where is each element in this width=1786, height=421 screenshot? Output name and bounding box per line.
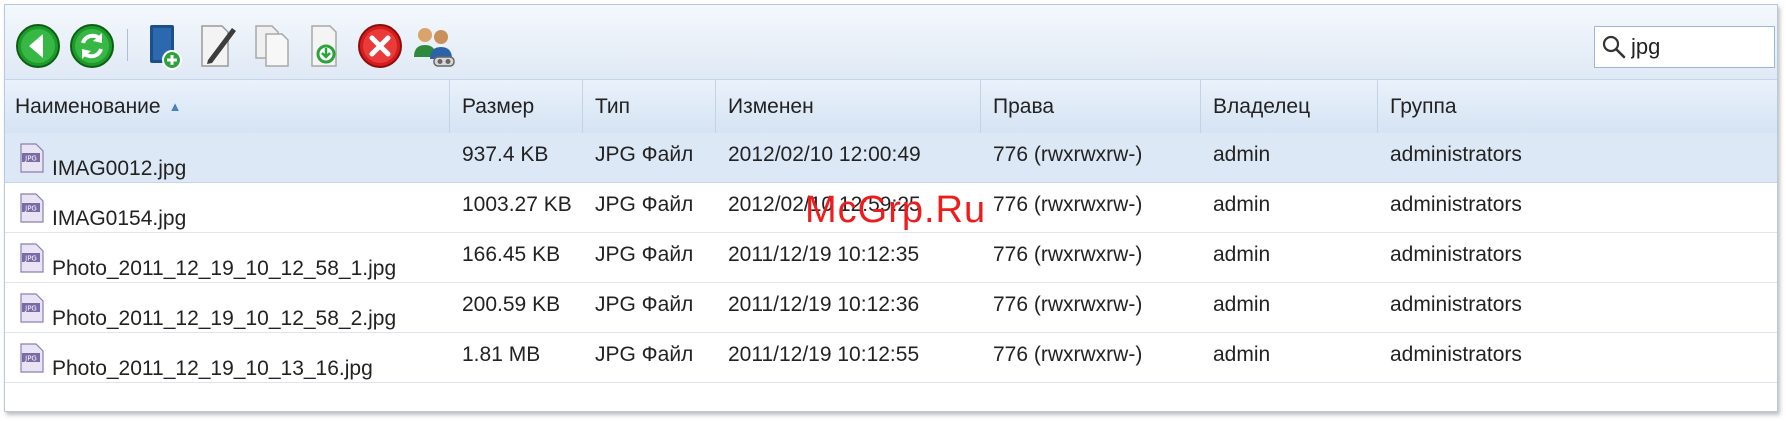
file-name: JPG Photo_2011_12_19_10_12_58_2.jpg: [19, 293, 396, 330]
file-group: administrators: [1390, 293, 1522, 316]
column-header-type[interactable]: Тип: [583, 80, 716, 133]
svg-text:JPG: JPG: [24, 205, 37, 213]
svg-text:JPG: JPG: [24, 155, 37, 163]
file-owner: admin: [1213, 293, 1271, 316]
paste-icon: [311, 25, 337, 67]
delete-icon: [358, 24, 402, 68]
file-modified: 2011/12/19 10:12:55: [728, 343, 920, 366]
file-name: JPG IMAG0154.jpg: [19, 193, 186, 230]
new-folder-button[interactable]: [139, 21, 189, 71]
file-manager-window: Наименование ▲ Размер Тип Изменен Права …: [4, 4, 1778, 412]
jpg-file-icon: JPG: [20, 193, 44, 223]
table-row[interactable]: JPG Photo_2011_12_19_10_13_16.jpg 1.81 MB J…: [5, 333, 1777, 383]
file-name-text: Photo_2011_12_19_10_12_58_2.jpg: [52, 307, 397, 330]
file-type: JPG Файл: [595, 193, 694, 216]
file-group: administrators: [1390, 193, 1522, 216]
refresh-icon: [70, 24, 114, 68]
jpg-file-icon: JPG: [20, 293, 44, 323]
table-header: Наименование ▲ Размер Тип Изменен Права …: [5, 80, 1777, 134]
table-row[interactable]: JPG IMAG0012.jpg 937.4 KB JPG Файл 2012/02/1…: [5, 133, 1777, 183]
column-header-label: Размер: [462, 94, 535, 118]
file-owner: admin: [1213, 343, 1271, 366]
file-size: 937.4 KB: [462, 143, 549, 166]
file-owner: admin: [1213, 193, 1271, 216]
file-permissions: 776 (rwxrwxrw-): [993, 243, 1143, 266]
file-name: JPG IMAG0012.jpg: [19, 143, 186, 180]
file-modified: 2012/02/10 12:00:49: [728, 143, 921, 166]
file-type: JPG Файл: [595, 243, 694, 266]
file-owner: admin: [1213, 143, 1271, 166]
sort-ascending-icon: ▲: [168, 99, 182, 114]
column-header-label: Тип: [595, 94, 631, 118]
paste-button[interactable]: [301, 21, 351, 71]
back-button[interactable]: [13, 21, 63, 71]
delete-button[interactable]: [355, 21, 405, 71]
file-type: JPG Файл: [595, 343, 694, 366]
column-header-owner[interactable]: Владелец: [1201, 80, 1378, 133]
file-name: JPG Photo_2011_12_19_10_13_16.jpg: [19, 343, 373, 380]
copy-button[interactable]: [247, 21, 297, 71]
file-name: JPG Photo_2011_12_19_10_12_58_1.jpg: [19, 243, 396, 280]
column-header-group[interactable]: Группа: [1378, 80, 1777, 133]
search-input[interactable]: [1627, 34, 1761, 60]
column-header-permissions[interactable]: Права: [981, 80, 1201, 133]
new-folder-icon: [150, 25, 182, 70]
svg-text:JPG: JPG: [24, 255, 37, 263]
toolbar: [5, 5, 1777, 80]
table-row[interactable]: JPG Photo_2011_12_19_10_12_58_1.jpg 166.45…: [5, 233, 1777, 283]
watermark-text: McGrp.Ru: [805, 189, 987, 231]
file-type: JPG Файл: [595, 143, 694, 166]
file-permissions: 776 (rwxrwxrw-): [993, 293, 1143, 316]
edit-icon: [201, 25, 236, 67]
back-arrow-icon: [16, 24, 60, 68]
column-header-label: Изменен: [728, 94, 814, 118]
column-header-label: Владелец: [1213, 94, 1311, 118]
file-group: administrators: [1390, 243, 1522, 266]
file-name-text: IMAG0012.jpg: [52, 157, 187, 180]
file-size: 1.81 MB: [462, 343, 541, 366]
file-modified: 2011/12/19 10:12:36: [728, 293, 920, 316]
file-group: administrators: [1390, 343, 1522, 366]
search-box[interactable]: [1594, 26, 1775, 68]
column-header-label: Наименование: [15, 94, 161, 118]
column-header-modified[interactable]: Изменен: [716, 80, 981, 133]
rename-button[interactable]: [193, 21, 243, 71]
table-row[interactable]: JPG Photo_2011_12_19_10_12_58_2.jpg 200.59…: [5, 283, 1777, 333]
toolbar-separator: [127, 29, 128, 61]
file-permissions: 776 (rwxrwxrw-): [993, 343, 1143, 366]
file-name-text: Photo_2011_12_19_10_13_16.jpg: [52, 357, 373, 380]
file-modified: 2011/12/19 10:12:35: [728, 243, 920, 266]
column-header-name[interactable]: Наименование ▲: [5, 80, 450, 133]
permissions-button[interactable]: [409, 21, 459, 71]
svg-text:JPG: JPG: [24, 305, 37, 313]
refresh-button[interactable]: [67, 21, 117, 71]
column-header-size[interactable]: Размер: [450, 80, 583, 133]
search-icon: [1602, 35, 1626, 59]
file-size: 166.45 KB: [462, 243, 561, 266]
jpg-file-icon: JPG: [20, 343, 44, 373]
column-header-label: Права: [993, 94, 1055, 118]
file-permissions: 776 (rwxrwxrw-): [993, 193, 1143, 216]
file-permissions: 776 (rwxrwxrw-): [993, 143, 1143, 166]
file-name-text: IMAG0154.jpg: [52, 207, 187, 230]
file-size: 1003.27 KB: [462, 193, 572, 216]
column-header-label: Группа: [1390, 94, 1457, 118]
file-name-text: Photo_2011_12_19_10_12_58_1.jpg: [52, 257, 397, 280]
svg-text:JPG: JPG: [24, 355, 37, 363]
copy-icon: [255, 25, 289, 67]
file-owner: admin: [1213, 243, 1271, 266]
jpg-file-icon: JPG: [20, 143, 44, 173]
users-icon: [414, 28, 455, 67]
file-size: 200.59 KB: [462, 293, 561, 316]
file-type: JPG Файл: [595, 293, 694, 316]
jpg-file-icon: JPG: [20, 243, 44, 273]
file-group: administrators: [1390, 143, 1522, 166]
